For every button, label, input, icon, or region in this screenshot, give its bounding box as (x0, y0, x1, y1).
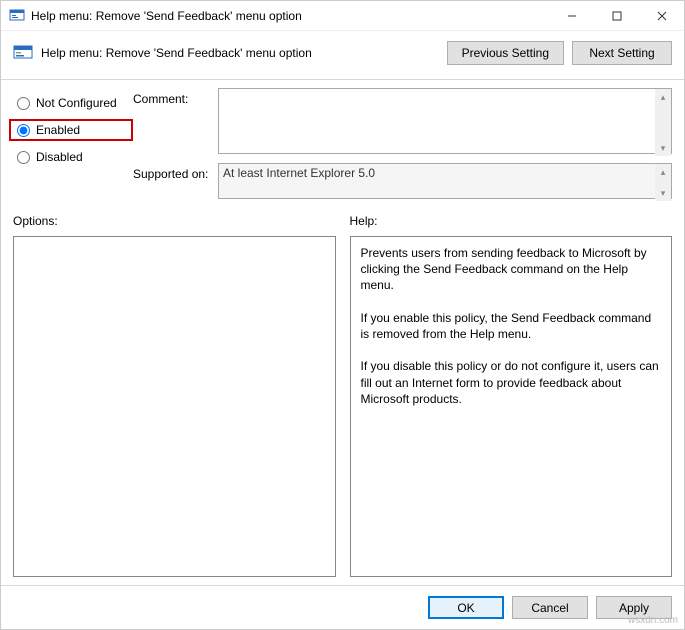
supported-wrap: ▴▾ (218, 163, 672, 202)
ok-button[interactable]: OK (428, 596, 504, 619)
footer: OK Cancel Apply (1, 585, 684, 629)
radio-not-configured-label: Not Configured (36, 96, 117, 110)
help-label: Help: (350, 214, 673, 228)
comment-row: Comment: ▴▾ (133, 88, 672, 157)
field-column: Comment: ▴▾ Supported on: ▴▾ (133, 88, 672, 208)
comment-input[interactable] (218, 88, 672, 154)
policy-header-icon (13, 43, 33, 63)
dialog-window: Help menu: Remove 'Send Feedback' menu o… (0, 0, 685, 630)
help-pane: Help: Prevents users from sending feedba… (350, 214, 673, 577)
options-label: Options: (13, 214, 336, 228)
cancel-button[interactable]: Cancel (512, 596, 588, 619)
supported-label: Supported on: (133, 163, 218, 202)
lower-panes: Options: Help: Prevents users from sendi… (1, 208, 684, 585)
next-setting-button[interactable]: Next Setting (572, 41, 672, 65)
help-body[interactable]: Prevents users from sending feedback to … (350, 236, 673, 577)
radio-not-configured[interactable]: Not Configured (13, 92, 133, 114)
maximize-button[interactable] (594, 1, 639, 30)
radio-enabled[interactable]: Enabled (9, 119, 133, 141)
comment-wrap: ▴▾ (218, 88, 672, 157)
apply-button[interactable]: Apply (596, 596, 672, 619)
radio-not-configured-input[interactable] (17, 97, 30, 110)
header-bar: Help menu: Remove 'Send Feedback' menu o… (1, 31, 684, 80)
supported-value (218, 163, 672, 199)
radio-disabled-label: Disabled (36, 150, 83, 164)
state-radios: Not Configured Enabled Disabled (13, 88, 133, 208)
policy-icon (9, 8, 25, 24)
header-label: Help menu: Remove 'Send Feedback' menu o… (41, 46, 439, 60)
minimize-button[interactable] (549, 1, 594, 30)
config-section: Not Configured Enabled Disabled Comment:… (1, 80, 684, 208)
titlebar: Help menu: Remove 'Send Feedback' menu o… (1, 1, 684, 31)
supported-row: Supported on: ▴▾ (133, 163, 672, 202)
comment-scrollbar[interactable]: ▴▾ (655, 89, 671, 156)
radio-enabled-label: Enabled (36, 123, 80, 137)
window-controls (549, 1, 684, 30)
radio-disabled-input[interactable] (17, 151, 30, 164)
radio-disabled[interactable]: Disabled (13, 146, 133, 168)
previous-setting-button[interactable]: Previous Setting (447, 41, 564, 65)
window-title: Help menu: Remove 'Send Feedback' menu o… (31, 9, 549, 23)
radio-enabled-input[interactable] (17, 124, 30, 137)
supported-scrollbar[interactable]: ▴▾ (655, 164, 671, 201)
options-pane: Options: (13, 214, 336, 577)
comment-label: Comment: (133, 88, 218, 157)
options-body[interactable] (13, 236, 336, 577)
close-button[interactable] (639, 1, 684, 30)
